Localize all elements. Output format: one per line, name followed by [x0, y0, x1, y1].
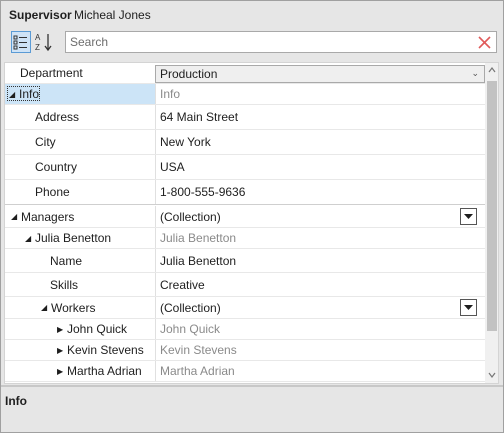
search-input[interactable] — [70, 34, 470, 50]
toolbar: A Z — [1, 29, 503, 59]
categorize-icon — [13, 35, 27, 50]
selected-object-name: Micheal Jones — [74, 8, 151, 22]
property-name: Managers — [21, 209, 75, 224]
property-value: John Quick — [155, 319, 485, 339]
selected-object-type: Supervisor — [9, 8, 72, 22]
property-value[interactable]: New York — [155, 130, 485, 154]
property-row-info[interactable]: ◢ Info Info — [5, 84, 485, 105]
collapse-triangle-icon[interactable]: ◢ — [25, 234, 35, 243]
search-box — [65, 31, 497, 53]
property-row-julia-name[interactable]: Name Julia Benetton — [5, 249, 485, 273]
property-row-julia-skills[interactable]: Skills Creative — [5, 273, 485, 297]
expand-triangle-icon[interactable]: ▶ — [57, 367, 67, 376]
property-name: Julia Benetton — [35, 231, 112, 245]
property-row-kevin-stevens[interactable]: ▶ Kevin Stevens Kevin Stevens — [5, 340, 485, 361]
property-row-phone[interactable]: Phone 1-800-555-9636 — [5, 180, 485, 205]
collapse-triangle-icon[interactable]: ◢ — [9, 90, 19, 99]
property-row-managers[interactable]: ◢ Managers (Collection) — [5, 206, 485, 228]
property-grid-window: Supervisor Micheal Jones A Z Search Depa… — [0, 0, 504, 433]
svg-text:A: A — [35, 33, 41, 42]
sort-alphabetical-icon: A Z — [35, 33, 52, 52]
chevron-up-icon[interactable] — [488, 67, 496, 73]
property-value[interactable]: 64 Main Street — [155, 105, 485, 129]
property-name: Martha Adrian — [67, 364, 142, 378]
property-value[interactable]: Creative — [155, 273, 485, 296]
property-value: (Collection) — [155, 297, 485, 318]
property-value: Martha Adrian — [155, 361, 485, 381]
property-row-city[interactable]: City New York — [5, 130, 485, 155]
property-value[interactable]: 1-800-555-9636 — [155, 180, 485, 204]
property-value: Kevin Stevens — [155, 340, 485, 360]
property-value: Info — [155, 84, 485, 104]
chevron-down-icon — [464, 305, 473, 310]
collapse-triangle-icon[interactable]: ◢ — [41, 303, 51, 312]
property-value: Julia Benetton — [155, 228, 485, 248]
chevron-down-icon — [464, 214, 473, 219]
department-value: Production — [160, 67, 218, 81]
collection-dropdown-button[interactable] — [460, 299, 477, 316]
property-value[interactable]: Julia Benetton — [155, 249, 485, 272]
property-name: Department — [20, 66, 83, 80]
collapse-triangle-icon[interactable]: ◢ — [11, 212, 21, 221]
property-name: Address — [35, 110, 80, 124]
property-row-julia-benetton[interactable]: ◢ Julia Benetton Julia Benetton — [5, 228, 485, 249]
property-name: Country — [35, 160, 78, 174]
property-name: Workers — [51, 300, 96, 315]
description-panel: Info — [1, 387, 503, 432]
expand-triangle-icon[interactable]: ▶ — [57, 346, 67, 355]
property-grid: Department Production ⌄ ◢ Info Info Addr… — [4, 62, 499, 384]
department-combobox[interactable]: Production ⌄ — [155, 65, 485, 83]
property-name: John Quick — [67, 322, 128, 336]
property-row-address[interactable]: Address 64 Main Street — [5, 105, 485, 130]
property-name: Phone — [35, 185, 70, 199]
expand-triangle-icon[interactable]: ▶ — [57, 325, 67, 334]
property-name: Kevin Stevens — [67, 343, 144, 357]
collection-dropdown-button[interactable] — [460, 208, 477, 225]
property-row-department[interactable]: Department Production ⌄ — [5, 63, 485, 84]
chevron-down-icon: ⌄ — [471, 68, 479, 78]
selected-object-header: Supervisor Micheal Jones — [1, 1, 503, 29]
property-name: Skills — [50, 277, 79, 292]
scrollbar-thumb[interactable] — [487, 81, 497, 331]
property-value: (Collection) — [155, 206, 485, 227]
vertical-scrollbar[interactable] — [485, 63, 498, 383]
property-name: Info — [19, 87, 40, 101]
property-value[interactable]: USA — [155, 155, 485, 179]
property-row-country[interactable]: Country USA — [5, 155, 485, 180]
chevron-down-icon[interactable] — [488, 372, 496, 378]
clear-search-icon[interactable] — [477, 35, 492, 50]
property-row-martha-adrian[interactable]: ▶ Martha Adrian Martha Adrian — [5, 361, 485, 382]
categorized-view-button[interactable] — [11, 31, 31, 53]
svg-text:Z: Z — [35, 43, 40, 52]
property-row-john-quick[interactable]: ▶ John Quick John Quick — [5, 319, 485, 340]
property-name: City — [35, 135, 56, 149]
alphabetical-view-button[interactable]: A Z — [34, 31, 54, 53]
property-name: Name — [50, 253, 83, 268]
description-title: Info — [5, 394, 27, 408]
property-row-workers[interactable]: ◢ Workers (Collection) — [5, 297, 485, 319]
